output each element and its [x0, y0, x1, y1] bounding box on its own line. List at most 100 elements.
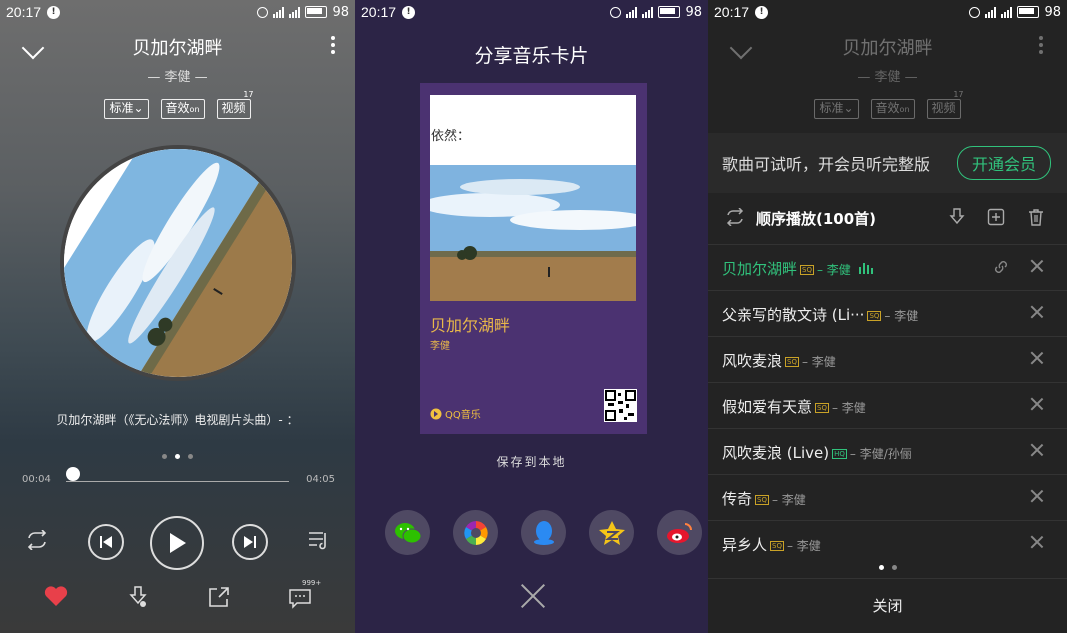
song-artist-line: – 李健	[801, 355, 836, 369]
song-row[interactable]: 传奇 SQ – 李健	[708, 474, 1067, 520]
qzone-icon[interactable]	[589, 510, 634, 555]
wechat-icon[interactable]	[385, 510, 430, 555]
card-artist: 李健	[430, 341, 450, 352]
now-playing-bars-icon	[858, 263, 873, 274]
song-name: 贝加尔湖畔	[722, 260, 798, 278]
remove-song-icon[interactable]	[1031, 260, 1043, 272]
more-menu-icon[interactable]	[331, 36, 335, 57]
video-button: 视频 17	[926, 90, 964, 119]
play-button[interactable]	[150, 516, 204, 570]
play-icon	[170, 533, 186, 553]
battery-level: 98	[332, 4, 349, 20]
status-bar: 20:17 ! 98	[0, 0, 355, 24]
remove-song-icon[interactable]	[1031, 444, 1043, 456]
qq-icon[interactable]	[521, 510, 566, 555]
card-landscape	[430, 165, 636, 301]
comments-badge: 999+	[302, 579, 322, 587]
close-share-icon[interactable]	[519, 582, 547, 610]
action-bar: 999+	[0, 579, 355, 613]
music-card: 依然： 贝加尔湖畔 李健 QQ音乐	[420, 83, 647, 434]
playback-controls	[0, 516, 355, 570]
progress-track[interactable]	[66, 481, 289, 482]
status-bar: 20:17 ! 98	[355, 0, 708, 24]
moments-icon[interactable]	[453, 510, 498, 555]
signal-icon-2	[642, 6, 654, 18]
artist-line: — 李健 —	[857, 70, 918, 85]
song-artist: 李健	[841, 401, 866, 415]
album-art-disc	[60, 145, 296, 381]
link-icon[interactable]	[993, 259, 1009, 275]
song-row[interactable]: 贝加尔湖畔 SQ – 李健	[708, 244, 1067, 290]
weibo-icon[interactable]	[657, 510, 702, 555]
status-time: 20:17	[361, 4, 397, 20]
quality-badge: SQ	[800, 264, 814, 275]
quality-selector: 标准⌄	[814, 99, 859, 119]
previous-button[interactable]	[88, 524, 124, 560]
close-playlist-button[interactable]: 关闭	[708, 578, 1067, 633]
alarm-icon	[969, 6, 981, 18]
song-name-line: 异乡人 SQ – 李健	[722, 534, 821, 555]
play-mode-label[interactable]: 顺序播放(100首)	[756, 208, 876, 229]
song-name-line: 贝加尔湖畔 SQ – 李健	[722, 258, 873, 279]
share-card-screen: 20:17 ! 98 分享音乐卡片 依然： 贝加尔湖畔 李健 QQ音乐 保存到本…	[355, 0, 708, 633]
quality-options: 标准⌄ 音效on 视频 17	[0, 90, 355, 119]
lyric-line: 贝加尔湖畔（《无心法师》电视剧片头曲）- ：	[56, 413, 299, 427]
card-brand-text: QQ音乐	[445, 410, 481, 421]
progress-knob[interactable]	[65, 467, 80, 481]
playlist-icon[interactable]	[308, 530, 330, 550]
quality-badge: HQ	[832, 448, 847, 459]
effect-state: on	[899, 105, 910, 114]
song-name-line: 假如爱有天意 SQ – 李健	[722, 396, 866, 417]
song-artist-line: – 李健	[831, 401, 866, 415]
download-icon[interactable]	[126, 585, 150, 613]
song-artist: 李健	[796, 539, 821, 553]
remove-song-icon[interactable]	[1031, 490, 1043, 502]
song-name: 风吹麦浪 (Live)	[722, 444, 830, 462]
remove-song-icon[interactable]	[1031, 306, 1043, 318]
sequential-play-icon[interactable]	[724, 207, 746, 230]
next-button[interactable]	[232, 524, 268, 560]
save-to-local-button[interactable]: 保存到本地	[355, 453, 708, 470]
player-screen: 20:17 ! 98 贝加尔湖畔 — 李健 — 标准⌄ 音效on 视频 17 贝…	[0, 0, 355, 633]
song-row[interactable]: 异乡人 SQ – 李健	[708, 520, 1067, 566]
delete-all-icon[interactable]	[1027, 208, 1045, 230]
song-artist-line: – 李健	[771, 493, 806, 507]
download-all-icon[interactable]	[948, 208, 966, 230]
battery-level: 98	[685, 4, 702, 20]
song-row[interactable]: 假如爱有天意 SQ – 李健	[708, 382, 1067, 428]
alarm-icon	[610, 6, 622, 18]
remove-song-icon[interactable]	[1031, 398, 1043, 410]
effect-label: 音效	[165, 101, 190, 115]
add-to-playlist-icon[interactable]	[987, 208, 1005, 230]
notification-icon: !	[755, 5, 769, 19]
like-heart-icon[interactable]	[44, 585, 68, 611]
open-vip-button[interactable]: 开通会员	[956, 146, 1051, 180]
alarm-icon	[257, 6, 269, 18]
song-name: 假如爱有天意	[722, 398, 813, 416]
song-title: 贝加尔湖畔	[132, 38, 223, 59]
remove-song-icon[interactable]	[1031, 536, 1043, 548]
quality-badge: SQ	[815, 402, 829, 413]
sound-effect-button[interactable]: 音效on	[160, 99, 205, 119]
comments-icon[interactable]: 999+	[288, 579, 321, 613]
album-art	[64, 149, 292, 377]
signal-icon-2	[1001, 6, 1013, 18]
vip-promo-banner: 歌曲可试听，开会员听完整版 开通会员	[708, 133, 1067, 193]
time-current: 00:04	[22, 474, 51, 485]
song-row[interactable]: 父亲写的散文诗 (Li··· SQ – 李健	[708, 290, 1067, 336]
video-button[interactable]: 视频 17	[216, 90, 254, 119]
quality-selector[interactable]: 标准⌄	[104, 99, 149, 119]
song-row[interactable]: 风吹麦浪 SQ – 李健	[708, 336, 1067, 382]
status-bar: 20:17 ! 98	[708, 0, 1067, 24]
song-row[interactable]: 风吹麦浪 (Live) HQ – 李健/孙俪	[708, 428, 1067, 474]
remove-song-icon[interactable]	[1031, 352, 1043, 364]
repeat-icon[interactable]	[24, 530, 50, 550]
song-name: 风吹麦浪	[722, 352, 783, 370]
video-label: 视频	[221, 101, 246, 115]
share-icon[interactable]	[207, 585, 231, 613]
video-count: 17	[953, 90, 964, 99]
song-artist-line: – 李健	[786, 539, 821, 553]
song-artist: 李健	[826, 263, 851, 277]
song-title: 贝加尔湖畔	[842, 38, 933, 59]
quality-badge: SQ	[770, 540, 784, 551]
